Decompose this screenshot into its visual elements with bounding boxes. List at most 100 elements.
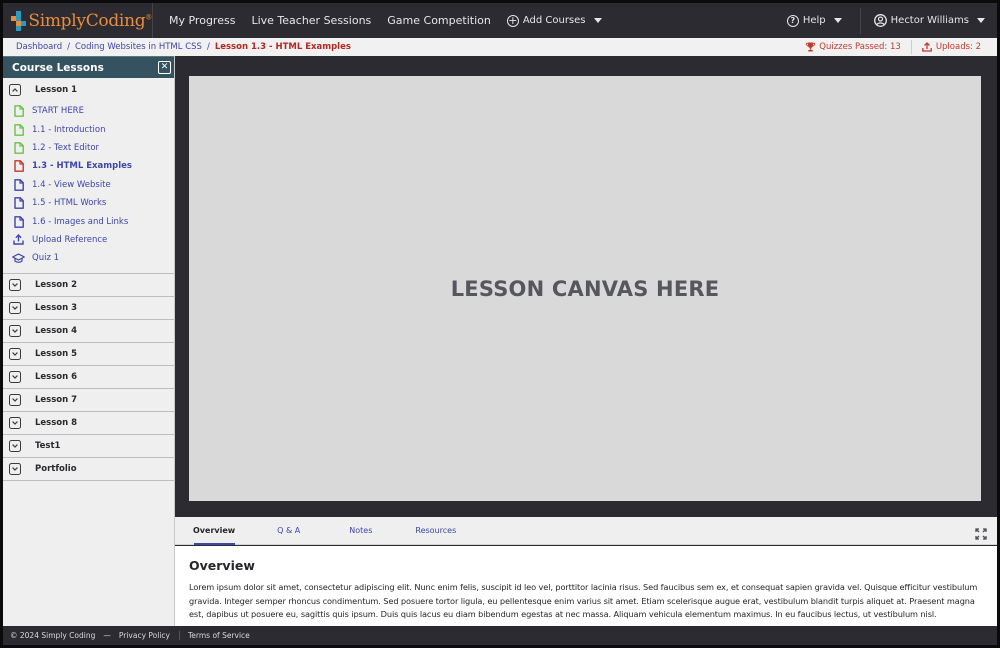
lesson-toggle-lesson-3[interactable]: Lesson 3 bbox=[3, 297, 174, 320]
lesson-item-label: 1.1 - Introduction bbox=[32, 124, 106, 135]
user-avatar-icon bbox=[873, 14, 887, 27]
chevron-down-icon bbox=[9, 324, 21, 337]
app-frame: SimplyCoding® My Progress Live Teacher S… bbox=[3, 3, 997, 645]
lesson-item-1-5-html-works[interactable]: 1.5 - HTML Works bbox=[3, 194, 174, 212]
nav-add-courses[interactable]: + Add Courses bbox=[506, 14, 602, 27]
breadcrumb-dashboard[interactable]: Dashboard bbox=[16, 42, 62, 52]
lesson-label: Lesson 7 bbox=[35, 394, 78, 405]
lesson-item-1-4-view-website[interactable]: 1.4 - View Website bbox=[3, 176, 174, 194]
lesson-label: Lesson 1 bbox=[35, 84, 78, 95]
footer-copyright: © 2024 Simply Coding bbox=[10, 631, 96, 640]
lesson-stage: LESSON CANVAS HERE bbox=[175, 56, 997, 517]
chevron-down-icon bbox=[9, 301, 21, 314]
lesson-item-label: 1.2 - Text Editor bbox=[32, 142, 100, 153]
upload-icon bbox=[12, 234, 25, 246]
course-lessons-sidebar: Course Lessons ✕ Lesson 1 START HERE 1.1 … bbox=[3, 56, 175, 626]
breadcrumb-course[interactable]: Coding Websites in HTML CSS bbox=[75, 42, 202, 52]
lesson-item-1-1-introduction[interactable]: 1.1 - Introduction bbox=[3, 120, 174, 138]
doc-icon bbox=[12, 123, 25, 136]
caret-down-icon bbox=[977, 18, 985, 23]
footer-dash: — bbox=[103, 631, 111, 640]
chevron-down-icon bbox=[9, 370, 21, 383]
help-menu[interactable]: ? Help bbox=[786, 7, 861, 34]
lesson-canvas[interactable]: LESSON CANVAS HERE bbox=[189, 76, 981, 501]
caret-down-icon bbox=[593, 18, 602, 23]
tab-label: Q & A bbox=[277, 526, 301, 535]
lesson-toggle-test1[interactable]: Test1 bbox=[3, 435, 174, 458]
caret-down-icon bbox=[833, 18, 842, 23]
overview-panel: Overview Lorem ipsum dolor sit amet, con… bbox=[175, 546, 997, 626]
nav-my-progress[interactable]: My Progress bbox=[169, 14, 235, 27]
nav-live-teacher-sessions[interactable]: Live Teacher Sessions bbox=[251, 14, 371, 27]
plus-circle-icon: + bbox=[506, 14, 519, 27]
uploads-stat[interactable]: Uploads: 2 bbox=[910, 40, 997, 54]
nav-game-competition[interactable]: Game Competition bbox=[387, 14, 491, 27]
breadcrumb: Dashboard / Coding Websites in HTML CSS … bbox=[3, 42, 351, 52]
collapsed-lessons: Lesson 2 Lesson 3 Lesson 4 Lesson 5 Lesson 6… bbox=[3, 274, 174, 481]
lesson-toggle-lesson-8[interactable]: Lesson 8 bbox=[3, 412, 174, 435]
lesson-toggle-portfolio[interactable]: Portfolio bbox=[3, 458, 174, 481]
chevron-down-icon bbox=[9, 347, 21, 360]
lesson-item-upload-reference[interactable]: Upload Reference bbox=[3, 231, 174, 249]
lesson-toggle-lesson-7[interactable]: Lesson 7 bbox=[3, 389, 174, 412]
lesson-item-start-here[interactable]: START HERE bbox=[3, 102, 174, 120]
doc-icon bbox=[12, 215, 25, 228]
chevron-down-icon bbox=[9, 393, 21, 406]
chevron-down-icon bbox=[9, 416, 21, 429]
chevron-down-icon bbox=[9, 278, 21, 291]
privacy-policy-link[interactable]: Privacy Policy bbox=[119, 631, 170, 640]
lesson-item-label: Quiz 1 bbox=[32, 253, 60, 264]
breadcrumb-separator: / bbox=[206, 42, 210, 52]
tab-label: Notes bbox=[349, 526, 373, 535]
lesson-label: Portfolio bbox=[35, 463, 77, 474]
lesson-item-1-3-html-examples[interactable]: 1.3 - HTML Examples bbox=[3, 157, 174, 175]
lesson-item-1-2-text-editor[interactable]: 1.2 - Text Editor bbox=[3, 139, 174, 157]
nav-label: My Progress bbox=[169, 14, 236, 27]
tab-label: Overview bbox=[193, 526, 236, 535]
close-icon[interactable]: ✕ bbox=[158, 61, 171, 74]
lesson-toggle-lesson-4[interactable]: Lesson 4 bbox=[3, 320, 174, 343]
top-navbar: SimplyCoding® My Progress Live Teacher S… bbox=[3, 3, 997, 38]
lesson-label: Lesson 8 bbox=[35, 417, 78, 428]
lesson-item-quiz-1[interactable]: Quiz 1 bbox=[3, 249, 174, 267]
lesson-label: Lesson 6 bbox=[35, 371, 78, 382]
nav-label: Add Courses bbox=[522, 15, 586, 26]
nav-label: Game Competition bbox=[387, 14, 491, 27]
chevron-down-icon bbox=[9, 462, 21, 475]
doc-icon bbox=[12, 105, 25, 118]
fullscreen-expand-icon[interactable] bbox=[975, 525, 987, 540]
breadcrumb-current: Lesson 1.3 - HTML Examples bbox=[214, 42, 351, 52]
lesson-tabs: Overview Q & A Notes Resources bbox=[175, 517, 997, 545]
lesson-item-label: 1.3 - HTML Examples bbox=[32, 161, 132, 172]
lesson-label: Lesson 3 bbox=[35, 302, 78, 313]
doc-icon bbox=[12, 197, 25, 210]
doc-icon bbox=[12, 142, 25, 154]
lesson-1-items: START HERE 1.1 - Introduction 1.2 - Text E… bbox=[3, 100, 174, 274]
lesson-item-label: Upload Reference bbox=[32, 234, 108, 245]
help-label: Help bbox=[802, 15, 826, 26]
question-circle-icon: ? bbox=[786, 14, 799, 27]
lesson-label: Lesson 2 bbox=[35, 279, 78, 290]
lesson-item-label: 1.4 - View Website bbox=[32, 179, 111, 190]
overview-title: Overview bbox=[189, 558, 255, 573]
tab-notes[interactable]: Notes bbox=[349, 517, 372, 545]
lesson-toggle-1[interactable]: Lesson 1 bbox=[3, 79, 174, 100]
lesson-toggle-lesson-2[interactable]: Lesson 2 bbox=[3, 274, 174, 297]
chevron-down-icon bbox=[9, 439, 21, 452]
canvas-placeholder: LESSON CANVAS HERE bbox=[450, 276, 720, 301]
brand-logo[interactable]: SimplyCoding® bbox=[3, 3, 153, 38]
graduation-cap-icon bbox=[12, 253, 25, 264]
lesson-label: Lesson 4 bbox=[35, 325, 78, 336]
user-menu[interactable]: Hector Williams bbox=[861, 14, 997, 27]
lesson-toggle-lesson-6[interactable]: Lesson 6 bbox=[3, 366, 174, 389]
brand-name: SimplyCoding® bbox=[28, 10, 152, 31]
lesson-item-label: 1.6 - Images and Links bbox=[32, 216, 129, 227]
tab-resources[interactable]: Resources bbox=[415, 517, 456, 545]
quizzes-passed-stat[interactable]: Quizzes Passed: 13 bbox=[796, 40, 911, 54]
quizzes-passed-label: Quizzes Passed: 13 bbox=[819, 42, 901, 52]
tab-overview[interactable]: Overview bbox=[193, 517, 236, 545]
lesson-item-1-6-images-and-links[interactable]: 1.6 - Images and Links bbox=[3, 212, 174, 230]
tab-q-and-a[interactable]: Q & A bbox=[277, 517, 300, 545]
lesson-toggle-lesson-5[interactable]: Lesson 5 bbox=[3, 343, 174, 366]
terms-of-service-link[interactable]: Terms of Service bbox=[178, 631, 250, 640]
